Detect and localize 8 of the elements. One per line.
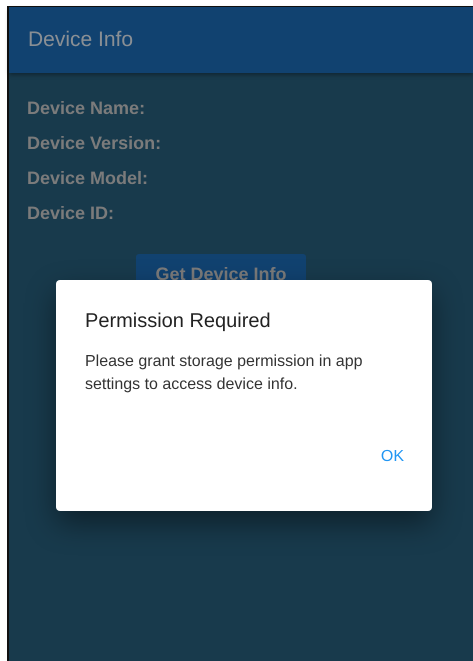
app-bar-title: Device Info <box>28 28 134 52</box>
ok-button[interactable]: OK <box>372 444 412 470</box>
field-label: Device Model: <box>27 167 150 190</box>
dialog-title: Permission Required <box>85 310 272 333</box>
field-label: Device Version: <box>27 132 162 155</box>
field-label: Device Name: <box>27 97 146 120</box>
field-label: Device ID: <box>27 202 116 225</box>
dialog-message: Please grant storage permission in app settings to access device info. <box>85 352 364 395</box>
